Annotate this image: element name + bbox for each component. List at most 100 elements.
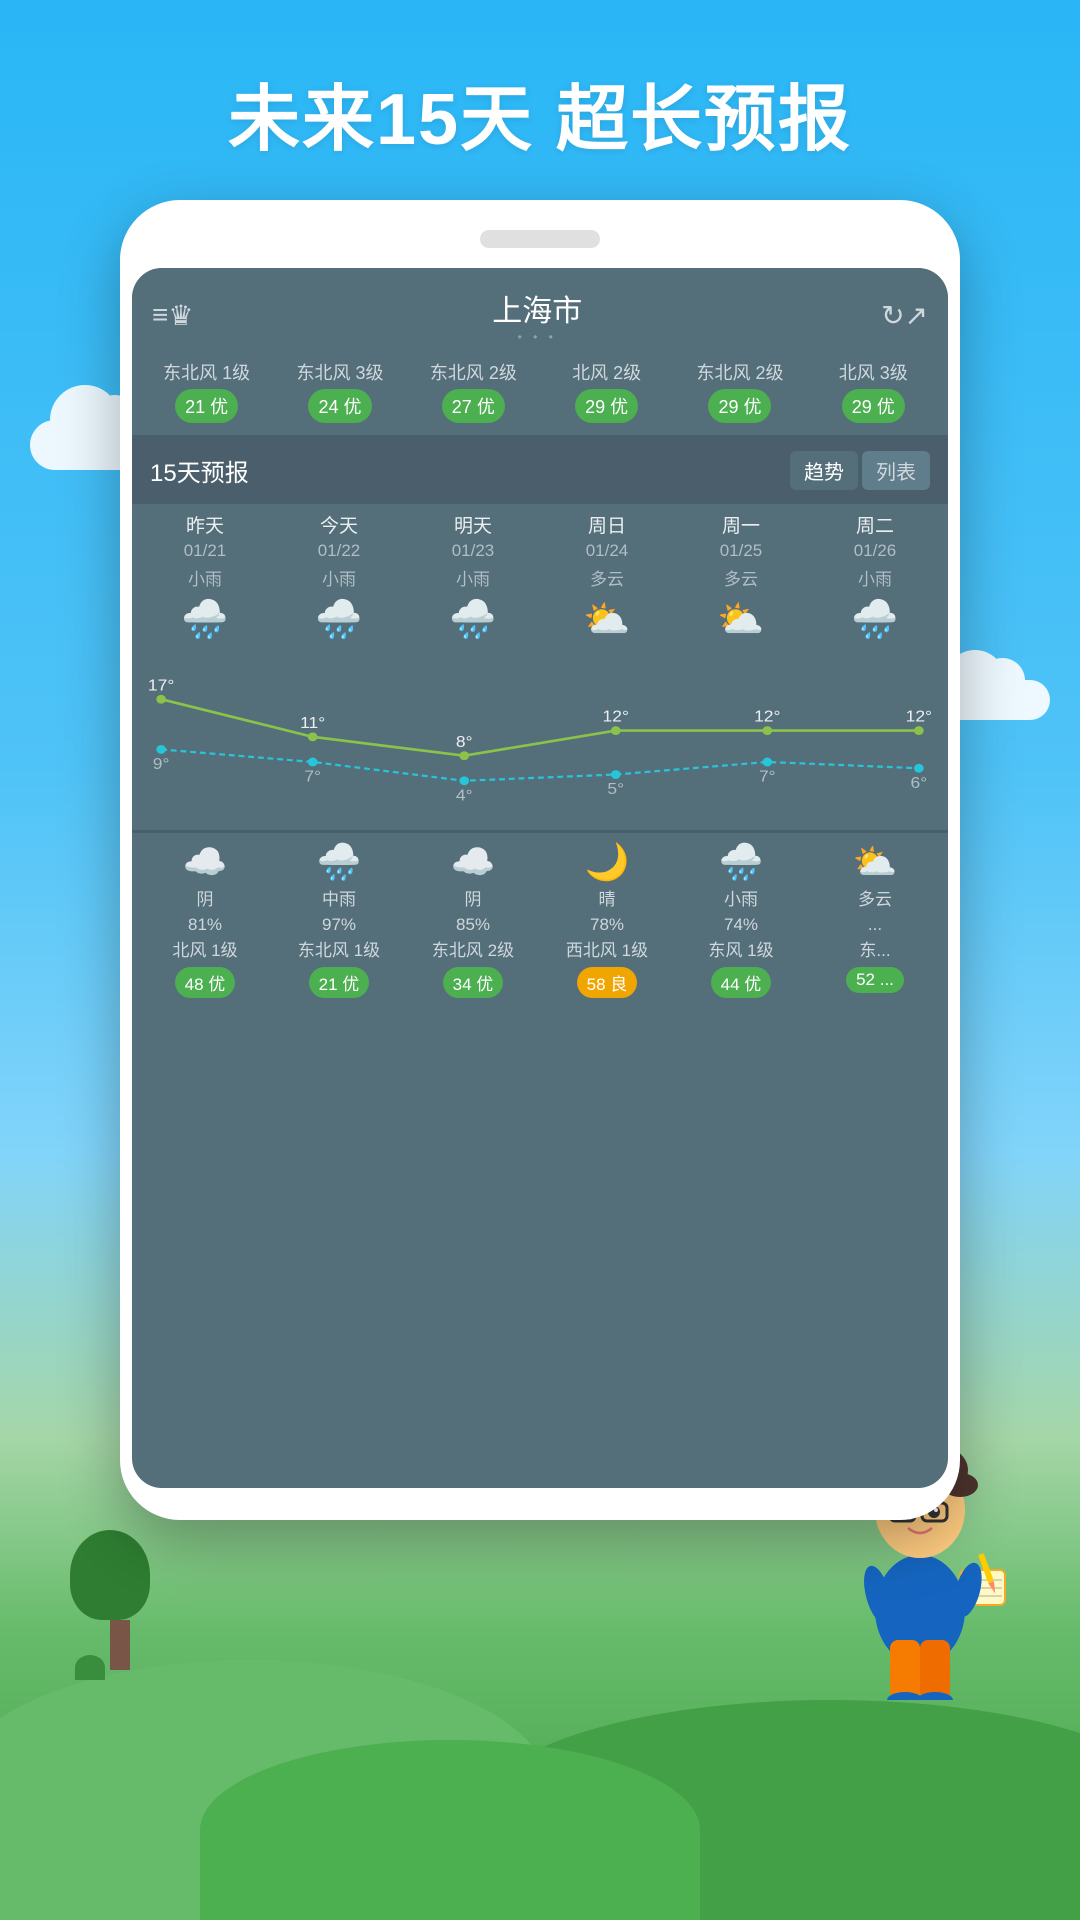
aqi-col-3: 北风 2级 29 优 <box>544 362 669 423</box>
aqi-badge-2: 27 优 <box>442 389 505 423</box>
phone-screen: ≡ ♛ 上海市 • • • ↻ ↗ 东北风 1级 21 优 东北风 3级 24 … <box>132 268 948 1488</box>
bottom-badge-1: 21 优 <box>309 967 370 998</box>
day-label-3: 周日 <box>540 514 674 541</box>
forecast-tab-趋势[interactable]: 趋势 <box>790 451 858 490</box>
temp-chart: 17° 9° 11° 7° 8° 4° 12° 5° 12° 7° 12° 6° <box>132 650 948 830</box>
high-dot-0 <box>156 695 166 704</box>
day-date-4: 01/25 <box>674 541 808 561</box>
aqi-row: 东北风 1级 21 优 东北风 3级 24 优 东北风 2级 27 优 北风 2… <box>132 354 948 435</box>
day-weather-2: 小雨 <box>406 565 540 590</box>
page-dots: • • • <box>193 330 881 344</box>
low-temp-line <box>161 749 919 780</box>
app-header: ≡ ♛ 上海市 • • • ↻ ↗ <box>132 268 948 354</box>
bottom-text-4: 小雨74%东风 1级 <box>674 887 808 964</box>
bottom-icon-4: 🌧️ <box>674 841 808 883</box>
day-col-3: 周日 01/24 多云 <box>540 514 674 590</box>
low-label-0: 9° <box>153 755 170 773</box>
bottom-icon-2: ☁️ <box>406 841 540 883</box>
share-icon[interactable]: ↗ <box>905 299 928 332</box>
day-date-3: 01/24 <box>540 541 674 561</box>
aqi-col-5: 北风 3级 29 优 <box>811 362 936 423</box>
day-date-1: 01/22 <box>272 541 406 561</box>
day-weather-3: 多云 <box>540 565 674 590</box>
aqi-badge-0: 21 优 <box>175 389 238 423</box>
crown-icon[interactable]: ♛ <box>168 299 193 332</box>
high-label-3: 12° <box>603 707 629 725</box>
aqi-badge-3: 29 优 <box>575 389 638 423</box>
high-label-1: 11° <box>300 714 325 732</box>
high-dot-4 <box>762 726 772 735</box>
bottom-badge-4: 44 优 <box>711 967 772 998</box>
menu-icon[interactable]: ≡ <box>152 299 168 331</box>
bottom-col-2: ☁️ 阴85%东北风 2级 34 优 <box>406 841 540 999</box>
refresh-icon[interactable]: ↻ <box>881 299 904 332</box>
day-label-1: 今天 <box>272 514 406 541</box>
bottom-col-0: ☁️ 阴81%北风 1级 48 优 <box>138 841 272 999</box>
weather-icon-2: 🌧️ <box>406 598 540 642</box>
high-dot-1 <box>308 732 318 741</box>
bottom-text-3: 晴78%西北风 1级 <box>540 887 674 964</box>
days-label-row: 昨天 01/21 小雨 今天 01/22 小雨 明天 01/23 小雨 周日 0… <box>132 504 948 590</box>
weather-icon-0: 🌧️ <box>138 598 272 642</box>
day-label-2: 明天 <box>406 514 540 541</box>
day-col-5: 周二 01/26 小雨 <box>808 514 942 590</box>
bottom-icon-5: ⛅ <box>808 841 942 883</box>
phone-notch <box>480 230 600 248</box>
day-weather-4: 多云 <box>674 565 808 590</box>
tree <box>80 1530 160 1670</box>
bottom-icon-3: 🌙 <box>540 841 674 883</box>
low-label-1: 7° <box>304 767 321 785</box>
day-col-2: 明天 01/23 小雨 <box>406 514 540 590</box>
high-dot-2 <box>459 751 469 760</box>
forecast-tab-列表[interactable]: 列表 <box>862 451 930 490</box>
low-dot-5 <box>914 764 924 773</box>
aqi-wind-0: 东北风 1级 <box>144 362 269 385</box>
bottom-col-5: ⛅ 多云...东... 52 ... <box>808 841 942 999</box>
day-label-4: 周一 <box>674 514 808 541</box>
day-col-4: 周一 01/25 多云 <box>674 514 808 590</box>
low-dot-1 <box>308 758 318 767</box>
aqi-wind-5: 北风 3级 <box>811 362 936 385</box>
bottom-text-0: 阴81%北风 1级 <box>138 887 272 964</box>
aqi-wind-1: 东北风 3级 <box>277 362 402 385</box>
low-dot-2 <box>459 776 469 785</box>
aqi-col-2: 东北风 2级 27 优 <box>411 362 536 423</box>
day-weather-1: 小雨 <box>272 565 406 590</box>
weather-icons-row: 🌧️🌧️🌧️⛅⛅🌧️ <box>132 590 948 650</box>
forecast-title: 15天预报 <box>150 453 249 488</box>
high-temp-line <box>161 699 919 755</box>
phone-mockup: ≡ ♛ 上海市 • • • ↻ ↗ 东北风 1级 21 优 东北风 3级 24 … <box>120 200 960 1520</box>
high-dot-3 <box>611 726 621 735</box>
bottom-icon-0: ☁️ <box>138 841 272 883</box>
low-dot-4 <box>762 758 772 767</box>
aqi-wind-2: 东北风 2级 <box>411 362 536 385</box>
bottom-icon-1: 🌧️ <box>272 841 406 883</box>
aqi-wind-3: 北风 2级 <box>544 362 669 385</box>
day-label-5: 周二 <box>808 514 942 541</box>
high-label-0: 17° <box>148 676 174 694</box>
low-dot-0 <box>156 745 166 754</box>
day-date-5: 01/26 <box>808 541 942 561</box>
day-weather-5: 小雨 <box>808 565 942 590</box>
weather-icon-5: 🌧️ <box>808 598 942 642</box>
bottom-text-5: 多云...东... <box>808 887 942 964</box>
bottom-badge-0: 48 优 <box>175 967 236 998</box>
bottom-text-1: 中雨97%东北风 1级 <box>272 887 406 964</box>
aqi-badge-5: 29 优 <box>842 389 905 423</box>
low-label-5: 6° <box>911 773 928 791</box>
low-dot-3 <box>611 770 621 779</box>
high-label-2: 8° <box>456 732 473 750</box>
bottom-badge-2: 34 优 <box>443 967 504 998</box>
low-label-4: 7° <box>759 767 776 785</box>
weather-icon-1: 🌧️ <box>272 598 406 642</box>
forecast-tabs: 趋势列表 <box>790 451 930 490</box>
day-label-0: 昨天 <box>138 514 272 541</box>
bottom-badge-3: 58 良 <box>577 967 638 998</box>
aqi-wind-4: 东北风 2级 <box>677 362 802 385</box>
day-weather-0: 小雨 <box>138 565 272 590</box>
day-date-2: 01/23 <box>406 541 540 561</box>
weather-icon-3: ⛅ <box>540 598 674 642</box>
bottom-weather-row: ☁️ 阴81%北风 1级 48 优 🌧️ 中雨97%东北风 1级 21 优 ☁️… <box>132 832 948 1007</box>
day-date-0: 01/21 <box>138 541 272 561</box>
low-label-3: 5° <box>607 780 624 798</box>
